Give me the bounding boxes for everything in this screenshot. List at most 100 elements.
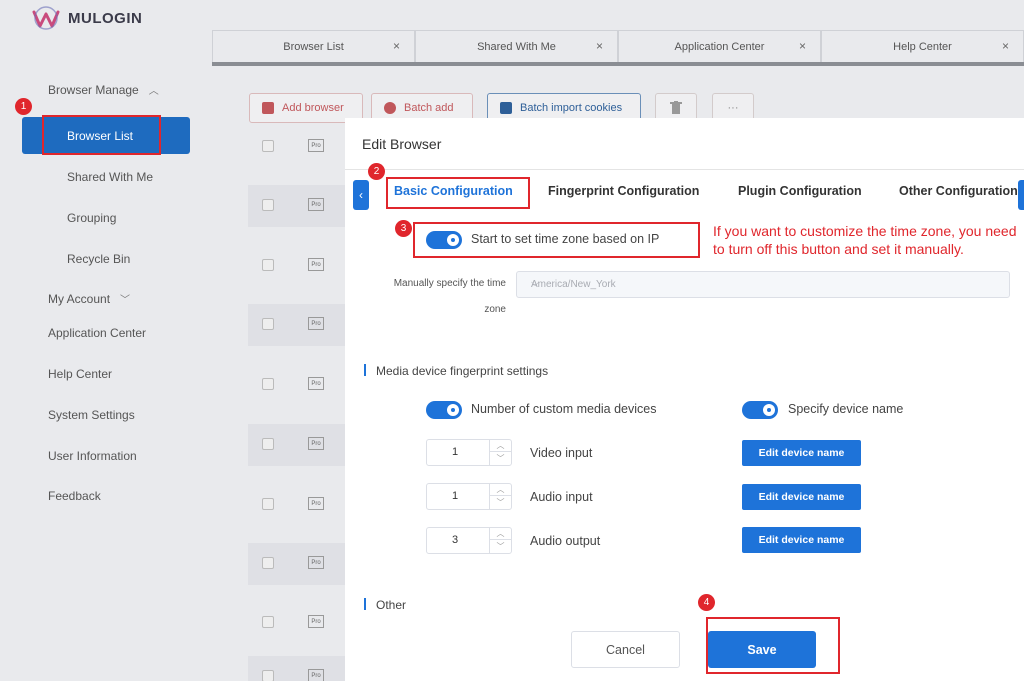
other-section-title: Other: [376, 598, 407, 612]
sidebar-item-label: Browser List: [67, 129, 134, 143]
chevron-down-icon[interactable]: ﹀: [490, 496, 511, 508]
table-row[interactable]: Pro: [248, 424, 348, 466]
sidebar-item-feedback[interactable]: Feedback: [48, 489, 101, 503]
table-row[interactable]: Pro: [248, 484, 348, 526]
tab-fingerprint-configuration[interactable]: Fingerprint Configuration: [548, 184, 699, 198]
row-checkbox[interactable]: [262, 438, 274, 450]
close-icon[interactable]: ×: [799, 39, 806, 53]
top-tab-bar: Browser List × Shared With Me × Applicat…: [212, 30, 1024, 62]
close-icon[interactable]: ×: [596, 39, 603, 53]
audio-input-stepper[interactable]: 1 ︿ ﹀: [426, 483, 512, 510]
label-line: Manually specify the time: [393, 278, 506, 289]
tab-other-configuration[interactable]: Other Configuration: [899, 184, 1018, 198]
button-label: Batch import cookies: [520, 102, 623, 114]
step-badge-1: 1: [15, 98, 32, 115]
add-browser-icon: [262, 102, 274, 114]
row-checkbox[interactable]: [262, 318, 274, 330]
cancel-button[interactable]: Cancel: [571, 631, 680, 668]
chevron-up-icon: ︿: [148, 86, 159, 97]
row-checkbox[interactable]: [262, 259, 274, 271]
chevron-up-icon[interactable]: ︿: [490, 440, 511, 452]
chevron-down-icon[interactable]: ﹀: [490, 452, 511, 464]
timezone-by-ip-toggle[interactable]: [426, 231, 462, 249]
chevron-down-icon: ⌵: [531, 277, 540, 289]
row-checkbox[interactable]: [262, 498, 274, 510]
tabs-next-button[interactable]: [1018, 180, 1024, 210]
sidebar-item-label: Browser Manage: [48, 83, 139, 97]
stepper-value[interactable]: 3: [427, 534, 483, 546]
timezone-toggle-label: Start to set time zone based on IP: [471, 232, 660, 246]
specify-device-name-label: Specify device name: [788, 402, 904, 416]
stepper-value[interactable]: 1: [427, 446, 483, 458]
audio-output-stepper[interactable]: 3 ︿ ﹀: [426, 527, 512, 554]
video-input-stepper[interactable]: 1 ︿ ﹀: [426, 439, 512, 466]
tab-help-center[interactable]: Help Center ×: [821, 30, 1024, 62]
stepper-value[interactable]: 1: [427, 490, 483, 502]
close-icon[interactable]: ×: [393, 39, 400, 53]
sidebar-item-browser-list[interactable]: Browser List: [22, 117, 190, 154]
table-row[interactable]: Pro: [248, 543, 348, 585]
sidebar-item-recycle-bin[interactable]: Recycle Bin: [67, 252, 130, 266]
sidebar-item-application-center[interactable]: Application Center: [48, 326, 146, 340]
stepper-buttons: ︿ ﹀: [489, 440, 511, 465]
chevron-down-icon[interactable]: ﹀: [490, 540, 511, 552]
row-checkbox[interactable]: [262, 616, 274, 628]
dialog-header: Edit Browser: [345, 118, 1024, 170]
edit-audio-output-name-button[interactable]: Edit device name: [742, 527, 861, 553]
chevron-up-icon[interactable]: ︿: [490, 528, 511, 540]
row-checkbox[interactable]: [262, 557, 274, 569]
tab-shared-with-me[interactable]: Shared With Me ×: [415, 30, 618, 62]
sidebar-item-system-settings[interactable]: System Settings: [48, 408, 135, 422]
edit-video-device-name-button[interactable]: Edit device name: [742, 440, 861, 466]
pro-badge-icon: Pro: [308, 377, 324, 390]
tabs-prev-button[interactable]: ‹: [353, 180, 369, 210]
row-checkbox[interactable]: [262, 670, 274, 681]
table-row[interactable]: Pro: [248, 602, 348, 644]
step-badge-3: 3: [395, 220, 412, 237]
table-row[interactable]: Pro: [248, 185, 348, 227]
logo-text: MULOGIN: [68, 9, 143, 27]
tab-basic-configuration[interactable]: Basic Configuration: [394, 184, 513, 198]
row-checkbox[interactable]: [262, 140, 274, 152]
row-checkbox[interactable]: [262, 199, 274, 211]
tab-underline: [212, 62, 1024, 66]
table-row[interactable]: Pro: [248, 245, 348, 287]
sidebar-item-help-center[interactable]: Help Center: [48, 367, 112, 381]
custom-media-devices-toggle[interactable]: [426, 401, 462, 419]
table-row[interactable]: Pro: [248, 656, 348, 681]
app-logo: MULOGIN: [30, 4, 142, 32]
pro-badge-icon: Pro: [308, 437, 324, 450]
save-button[interactable]: Save: [708, 631, 816, 668]
table-row[interactable]: Pro: [248, 364, 348, 406]
button-label: Add browser: [282, 102, 344, 114]
tab-plugin-configuration[interactable]: Plugin Configuration: [738, 184, 862, 198]
specify-device-name-toggle[interactable]: [742, 401, 778, 419]
sidebar-item-shared-with-me[interactable]: Shared With Me: [67, 170, 153, 184]
edit-audio-input-name-button[interactable]: Edit device name: [742, 484, 861, 510]
tab-label: Application Center: [674, 40, 765, 53]
media-section-title: Media device fingerprint settings: [376, 364, 549, 378]
mulogin-logo-icon: [32, 6, 60, 30]
sidebar-item-grouping[interactable]: Grouping: [67, 211, 116, 225]
table-row[interactable]: Pro: [248, 126, 348, 168]
close-icon[interactable]: ×: [1002, 39, 1009, 53]
pro-badge-icon: Pro: [308, 139, 324, 152]
tab-label: Shared With Me: [477, 40, 556, 53]
tab-label: Help Center: [893, 40, 952, 53]
tab-label: Browser List: [283, 40, 344, 53]
audio-output-label: Audio output: [530, 534, 601, 548]
tab-application-center[interactable]: Application Center ×: [618, 30, 821, 62]
chevron-up-icon[interactable]: ︿: [490, 484, 511, 496]
sidebar-item-my-account[interactable]: My Account ﹀: [48, 291, 130, 306]
table-row[interactable]: Pro: [248, 304, 348, 346]
tab-browser-list[interactable]: Browser List ×: [212, 30, 415, 62]
row-checkbox[interactable]: [262, 378, 274, 390]
timezone-select[interactable]: America/New_York ⌵: [516, 271, 1010, 298]
step-badge-4: 4: [698, 594, 715, 611]
stepper-buttons: ︿ ﹀: [489, 484, 511, 509]
button-label: Batch add: [404, 102, 454, 114]
sidebar-item-browser-manage[interactable]: Browser Manage ︿: [48, 82, 159, 97]
sidebar-item-user-information[interactable]: User Information: [48, 449, 137, 463]
chevron-down-icon: ﹀: [120, 295, 131, 306]
section-marker: [364, 598, 366, 610]
